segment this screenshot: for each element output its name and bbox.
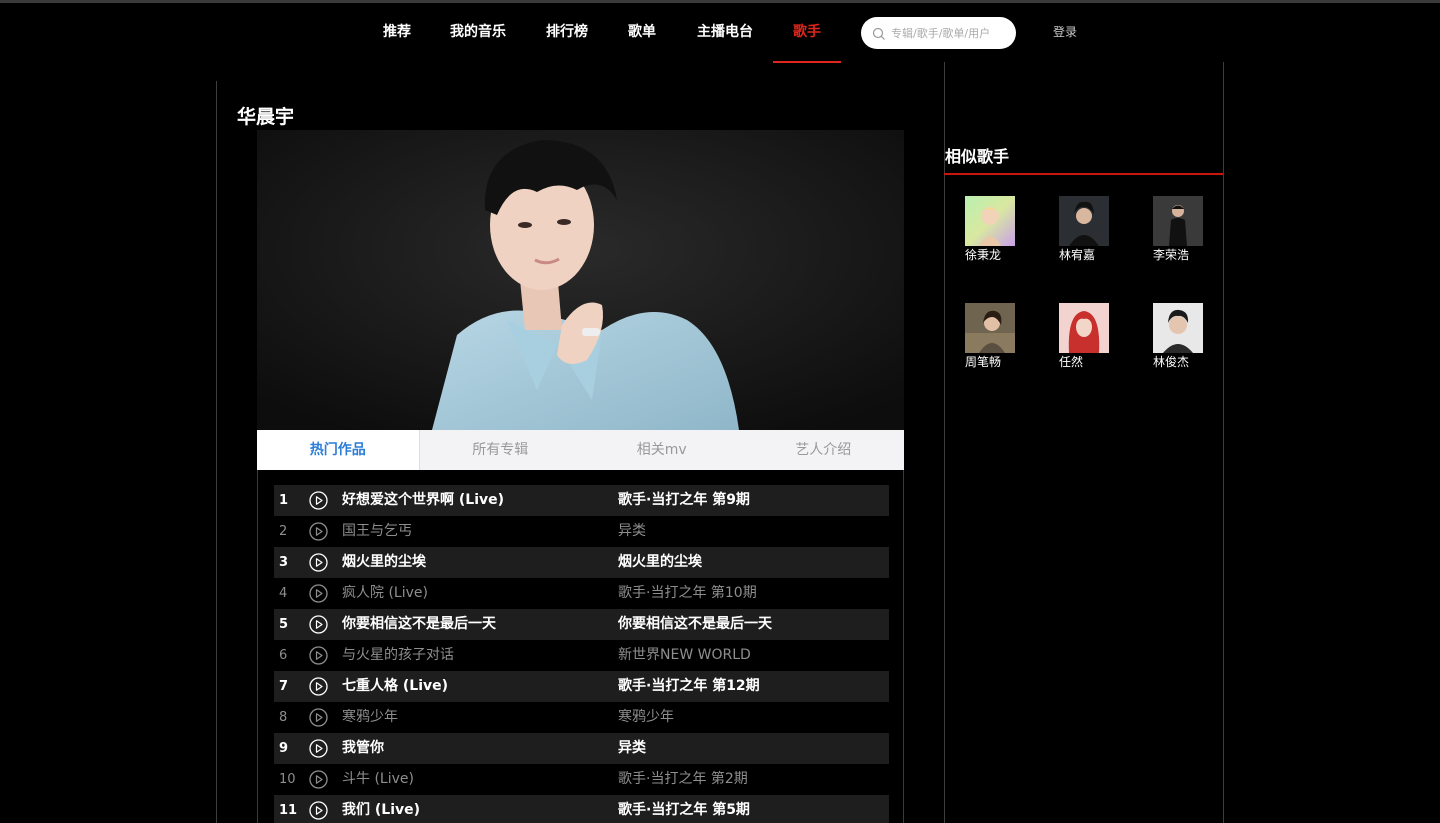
track-title[interactable]: 七重人格 (Live) (342, 671, 448, 702)
track-row[interactable]: 7 七重人格 (Live) 歌手·当打之年 第12期 (274, 671, 889, 702)
tab-related-mv[interactable]: 相关mv (581, 430, 743, 470)
tab-all-albums[interactable]: 所有专辑 (420, 430, 582, 470)
nav-active-indicator (773, 61, 841, 63)
similar-artist-card[interactable]: 周笔畅 (965, 303, 1025, 369)
artist-avatar[interactable] (965, 303, 1015, 353)
track-album[interactable]: 歌手·当打之年 第5期 (618, 795, 750, 823)
artist-avatar[interactable] (1059, 303, 1109, 353)
similar-artist-card[interactable]: 李荣浩 (1153, 196, 1213, 262)
track-number: 7 (279, 679, 289, 694)
play-icon[interactable] (309, 801, 328, 820)
artist-avatar[interactable] (1153, 196, 1203, 246)
similar-artist-card[interactable]: 任然 (1059, 303, 1119, 369)
track-title[interactable]: 好想爱这个世界啊 (Live) (342, 485, 504, 516)
track-number: 2 (279, 524, 288, 539)
nav-item-recommend[interactable]: 推荐 (383, 3, 411, 62)
similar-artist-name[interactable]: 李荣浩 (1153, 248, 1213, 262)
track-title[interactable]: 我们 (Live) (342, 795, 420, 823)
artist-portrait-image (257, 130, 904, 430)
artist-tabs: 热门作品 所有专辑 相关mv 艺人介绍 (257, 430, 904, 470)
similar-artist-name[interactable]: 林俊杰 (1153, 355, 1213, 369)
track-number: 3 (279, 555, 289, 570)
tab-artist-intro[interactable]: 艺人介绍 (743, 430, 905, 470)
search-input[interactable] (891, 23, 1009, 43)
track-album[interactable]: 新世界NEW WORLD (618, 640, 751, 671)
track-album[interactable]: 歌手·当打之年 第10期 (618, 578, 757, 609)
play-icon[interactable] (309, 646, 328, 665)
track-number: 4 (279, 586, 288, 601)
track-number: 11 (279, 803, 298, 818)
track-row[interactable]: 9 我管你 异类 (274, 733, 889, 764)
login-link[interactable]: 登录 (1053, 3, 1077, 61)
track-title[interactable]: 你要相信这不是最后一天 (342, 609, 496, 640)
track-title[interactable]: 与火星的孩子对话 (342, 640, 454, 671)
play-icon[interactable] (309, 553, 328, 572)
nav-item-radio[interactable]: 主播电台 (697, 3, 753, 62)
similar-artist-name[interactable]: 任然 (1059, 355, 1119, 369)
play-icon[interactable] (309, 739, 328, 758)
track-number: 6 (279, 648, 288, 663)
top-nav: 推荐 我的音乐 排行榜 歌单 主播电台 歌手 登录 (0, 3, 1440, 63)
track-title[interactable]: 疯人院 (Live) (342, 578, 428, 609)
similar-artist-card[interactable]: 林宥嘉 (1059, 196, 1119, 262)
track-number: 9 (279, 741, 289, 756)
track-number: 5 (279, 617, 289, 632)
similar-artist-name[interactable]: 徐秉龙 (965, 248, 1025, 262)
main-left-border (216, 81, 217, 823)
track-list: 1 好想爱这个世界啊 (Live) 歌手·当打之年 第9期 2 国王与乞丐 异类… (257, 470, 904, 823)
track-album[interactable]: 歌手·当打之年 第2期 (618, 764, 748, 795)
track-album[interactable]: 烟火里的尘埃 (618, 547, 702, 578)
track-row[interactable]: 6 与火星的孩子对话 新世界NEW WORLD (274, 640, 889, 671)
track-album[interactable]: 你要相信这不是最后一天 (618, 609, 772, 640)
track-title[interactable]: 国王与乞丐 (342, 516, 412, 547)
artist-avatar[interactable] (1059, 196, 1109, 246)
similar-artist-card[interactable]: 徐秉龙 (965, 196, 1025, 262)
similar-artist-name[interactable]: 周笔畅 (965, 355, 1025, 369)
nav-item-playlists[interactable]: 歌单 (628, 3, 656, 62)
artist-avatar[interactable] (965, 196, 1015, 246)
similar-artists-underline (944, 173, 1223, 175)
track-row[interactable]: 10 斗牛 (Live) 歌手·当打之年 第2期 (274, 764, 889, 795)
similar-artists-title: 相似歌手 (945, 147, 1010, 166)
artist-photo (257, 130, 904, 430)
similar-artist-name[interactable]: 林宥嘉 (1059, 248, 1119, 262)
search-box[interactable] (861, 17, 1016, 49)
track-number: 8 (279, 710, 288, 725)
play-icon[interactable] (309, 708, 328, 727)
play-icon[interactable] (309, 770, 328, 789)
play-icon[interactable] (309, 677, 328, 696)
track-album[interactable]: 异类 (618, 733, 646, 764)
search-icon (872, 27, 885, 40)
track-number: 10 (279, 772, 296, 787)
track-row[interactable]: 3 烟火里的尘埃 烟火里的尘埃 (274, 547, 889, 578)
track-title[interactable]: 我管你 (342, 733, 384, 764)
track-title[interactable]: 烟火里的尘埃 (342, 547, 426, 578)
track-row[interactable]: 4 疯人院 (Live) 歌手·当打之年 第10期 (274, 578, 889, 609)
track-row[interactable]: 1 好想爱这个世界啊 (Live) 歌手·当打之年 第9期 (274, 485, 889, 516)
play-icon[interactable] (309, 522, 328, 541)
similar-artist-card[interactable]: 林俊杰 (1153, 303, 1213, 369)
sidebar-right-border (1223, 62, 1224, 823)
track-album[interactable]: 寒鸦少年 (618, 702, 674, 733)
track-row[interactable]: 11 我们 (Live) 歌手·当打之年 第5期 (274, 795, 889, 823)
track-album[interactable]: 歌手·当打之年 第12期 (618, 671, 760, 702)
track-title[interactable]: 斗牛 (Live) (342, 764, 414, 795)
artist-avatar[interactable] (1153, 303, 1203, 353)
sidebar-left-border (944, 62, 945, 823)
nav-item-charts[interactable]: 排行榜 (546, 3, 588, 62)
track-number: 1 (279, 493, 289, 508)
track-album[interactable]: 异类 (618, 516, 646, 547)
play-icon[interactable] (309, 584, 328, 603)
tab-hot-works[interactable]: 热门作品 (257, 430, 420, 470)
track-album[interactable]: 歌手·当打之年 第9期 (618, 485, 750, 516)
track-row[interactable]: 5 你要相信这不是最后一天 你要相信这不是最后一天 (274, 609, 889, 640)
track-row[interactable]: 8 寒鸦少年 寒鸦少年 (274, 702, 889, 733)
nav-item-my-music[interactable]: 我的音乐 (450, 3, 506, 62)
track-row[interactable]: 2 国王与乞丐 异类 (274, 516, 889, 547)
nav-item-artists[interactable]: 歌手 (793, 3, 821, 62)
artist-name: 华晨宇 (237, 106, 295, 128)
track-title[interactable]: 寒鸦少年 (342, 702, 398, 733)
play-icon[interactable] (309, 615, 328, 634)
play-icon[interactable] (309, 491, 328, 510)
